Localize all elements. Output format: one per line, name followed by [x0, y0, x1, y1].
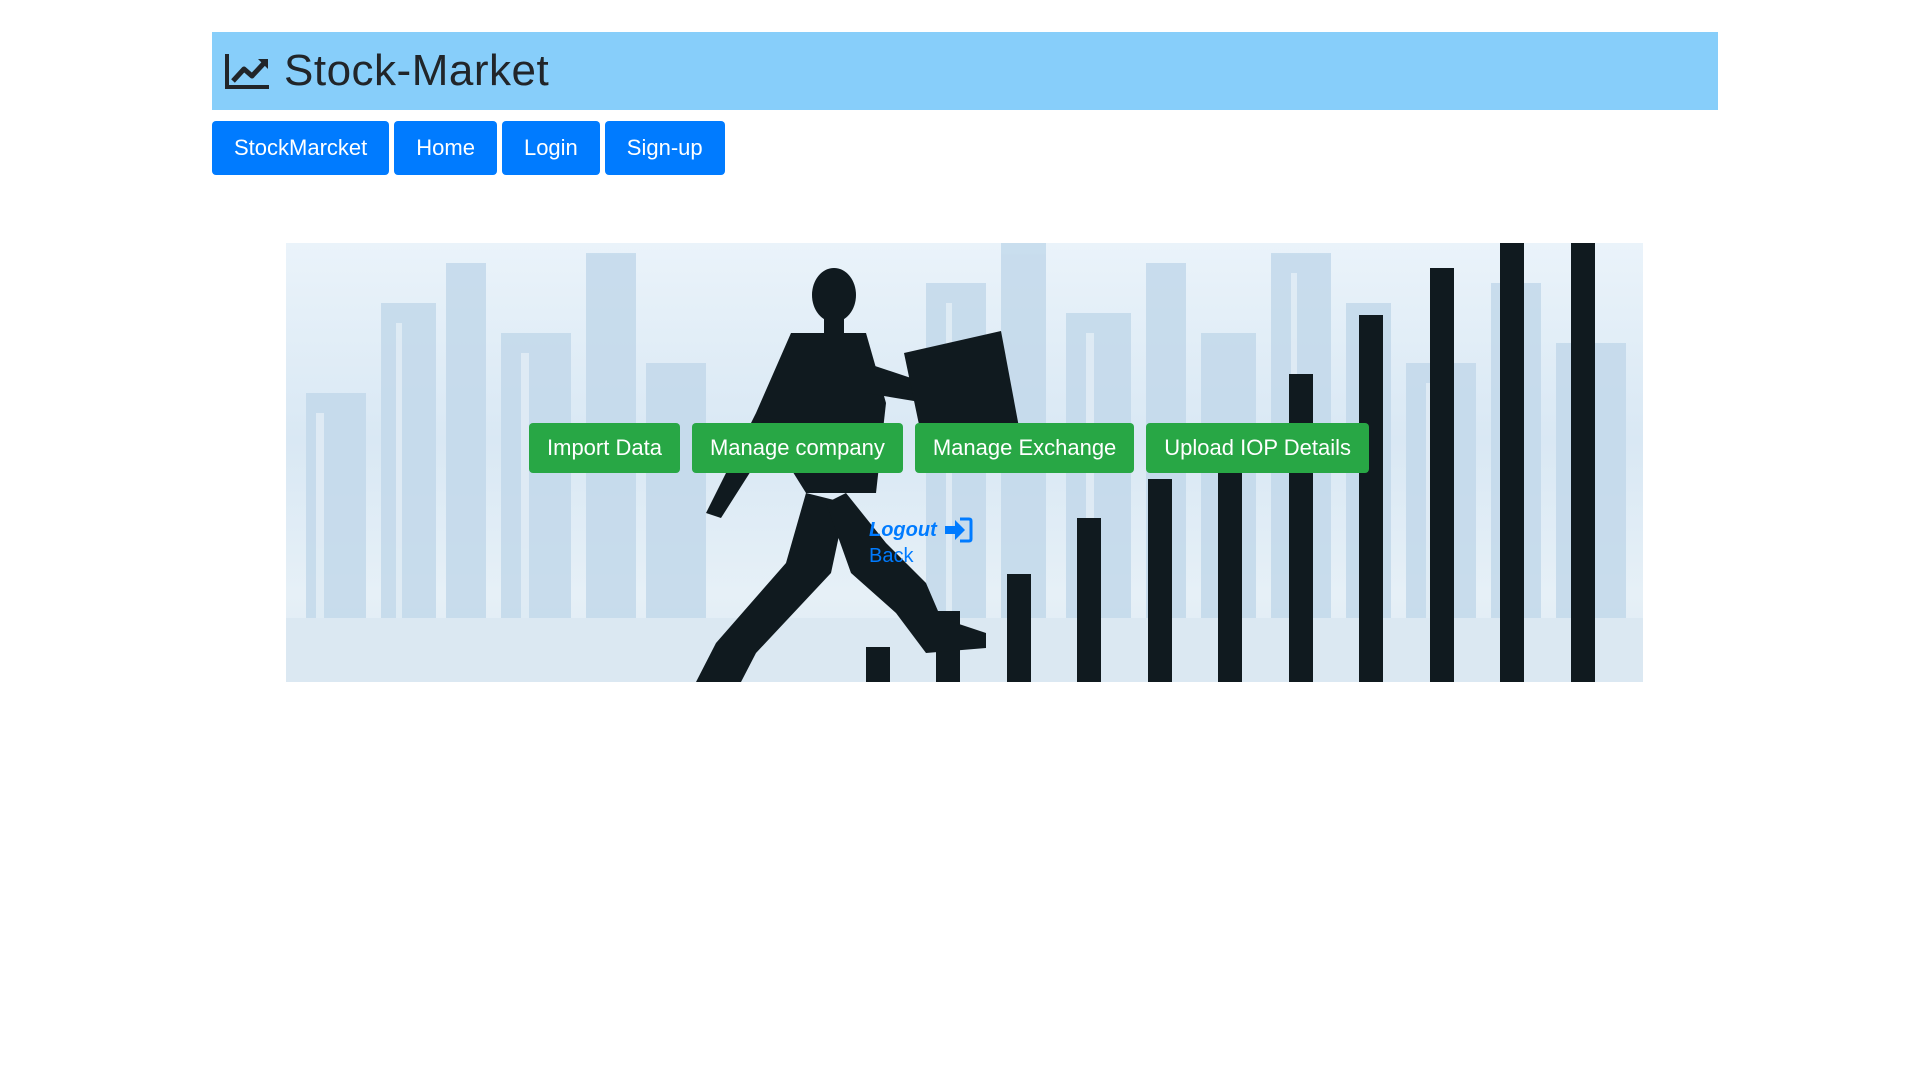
page-title: Stock-Market [284, 46, 550, 95]
admin-actions: Import Data Manage company Manage Exchan… [529, 423, 1369, 473]
nav-home-button[interactable]: Home [394, 121, 497, 175]
logout-label: Logout [869, 518, 937, 541]
manage-exchange-button[interactable]: Manage Exchange [914, 423, 1135, 473]
chart-line-icon [225, 54, 269, 89]
upload-iop-details-button[interactable]: Upload IOP Details [1146, 423, 1369, 473]
nav-signup-button[interactable]: Sign-up [604, 121, 725, 175]
logout-link[interactable]: Logout [869, 517, 973, 543]
page: Stock-Market StockMarcket Home Login Sig… [0, 0, 1920, 1080]
nav-login-button[interactable]: Login [501, 121, 600, 175]
header-banner: Stock-Market [212, 32, 1718, 110]
session-links: Logout Back [869, 517, 973, 568]
nav-stockmarcket-button[interactable]: StockMarcket [212, 121, 390, 175]
back-link[interactable]: Back [869, 545, 973, 568]
manage-company-button[interactable]: Manage company [691, 423, 903, 473]
import-data-button[interactable]: Import Data [529, 423, 680, 473]
sign-in-icon [944, 517, 973, 543]
navbar: StockMarcket Home Login Sign-up [212, 121, 725, 175]
